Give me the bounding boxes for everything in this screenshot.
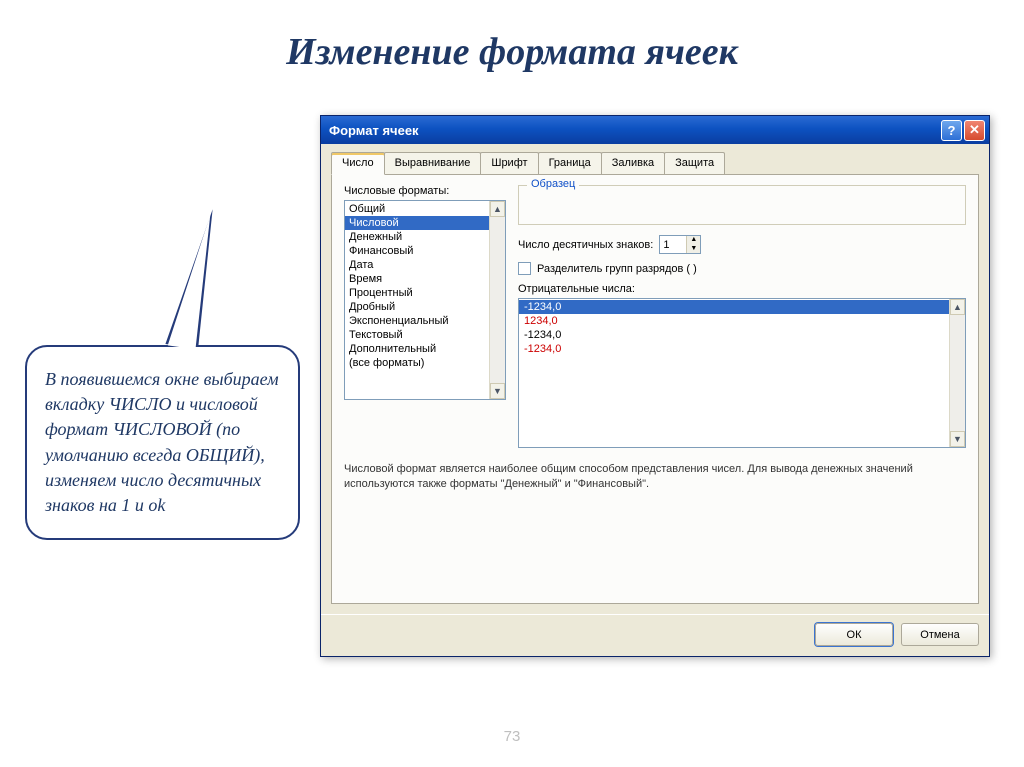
dialog-body: Число Выравнивание Шрифт Граница Заливка… [321, 144, 989, 614]
separator-label: Разделитель групп разрядов ( ) [537, 263, 697, 275]
negative-item[interactable]: -1234,0 [519, 300, 965, 314]
scroll-down-icon[interactable]: ▼ [490, 383, 505, 399]
scroll-down-icon[interactable]: ▼ [950, 431, 965, 447]
scroll-up-icon[interactable]: ▲ [490, 201, 505, 217]
negative-item[interactable]: -1234,0 [519, 328, 965, 342]
formats-label: Числовые форматы: [344, 185, 506, 197]
decimals-spinner[interactable]: ▲ ▼ [659, 235, 701, 254]
ok-button[interactable]: ОК [815, 623, 893, 646]
callout-text: В появившемся окне выбираем вкладку ЧИСЛ… [25, 345, 300, 540]
format-item[interactable]: Общий [345, 202, 505, 216]
help-button[interactable]: ? [941, 120, 962, 141]
format-item[interactable]: Время [345, 272, 505, 286]
negative-numbers-list[interactable]: -1234,01234,0-1234,0-1234,0 ▲ ▼ [518, 298, 966, 448]
sample-legend: Образец [527, 178, 579, 190]
decimals-input[interactable] [660, 236, 686, 253]
decimals-label: Число десятичных знаков: [518, 239, 653, 251]
cancel-button[interactable]: Отмена [901, 623, 979, 646]
tab-fill[interactable]: Заливка [601, 152, 665, 174]
tab-font[interactable]: Шрифт [480, 152, 538, 174]
format-item[interactable]: Дробный [345, 300, 505, 314]
slide-title: Изменение формата ячеек [0, 0, 1024, 92]
page-number: 73 [0, 728, 1024, 745]
format-item[interactable]: (все форматы) [345, 356, 505, 370]
format-cells-dialog: Формат ячеек ? ✕ Число Выравнивание Шриф… [320, 115, 990, 657]
format-item[interactable]: Экспоненциальный [345, 314, 505, 328]
negative-item[interactable]: -1234,0 [519, 342, 965, 356]
scrollbar[interactable]: ▲ ▼ [489, 201, 505, 399]
tabs: Число Выравнивание Шрифт Граница Заливка… [331, 152, 979, 174]
tab-number[interactable]: Число [331, 152, 385, 175]
sample-fieldset: Образец [518, 185, 966, 225]
callout: В появившемся окне выбираем вкладку ЧИСЛ… [25, 345, 300, 540]
format-item[interactable]: Числовой [345, 216, 505, 230]
format-list[interactable]: ОбщийЧисловойДенежныйФинансовыйДатаВремя… [344, 200, 506, 400]
format-item[interactable]: Финансовый [345, 244, 505, 258]
titlebar[interactable]: Формат ячеек ? ✕ [321, 116, 989, 144]
negatives-label: Отрицательные числа: [518, 283, 966, 295]
format-item[interactable]: Дата [345, 258, 505, 272]
format-item[interactable]: Дополнительный [345, 342, 505, 356]
format-item[interactable]: Процентный [345, 286, 505, 300]
separator-checkbox[interactable] [518, 262, 531, 275]
tab-panel-number: Числовые форматы: ОбщийЧисловойДенежныйФ… [331, 174, 979, 604]
dialog-title: Формат ячеек [329, 123, 939, 138]
close-icon: ✕ [969, 122, 980, 138]
scroll-up-icon[interactable]: ▲ [950, 299, 965, 315]
dialog-footer: ОК Отмена [321, 614, 989, 656]
tab-border[interactable]: Граница [538, 152, 602, 174]
format-description: Числовой формат является наиболее общим … [344, 462, 966, 492]
format-item[interactable]: Денежный [345, 230, 505, 244]
negative-item[interactable]: 1234,0 [519, 314, 965, 328]
spin-up-icon[interactable]: ▲ [687, 236, 700, 245]
format-item[interactable]: Текстовый [345, 328, 505, 342]
tab-alignment[interactable]: Выравнивание [384, 152, 482, 174]
neg-scrollbar[interactable]: ▲ ▼ [949, 299, 965, 447]
close-button[interactable]: ✕ [964, 120, 985, 141]
tab-protection[interactable]: Защита [664, 152, 725, 174]
spin-down-icon[interactable]: ▼ [687, 245, 700, 254]
